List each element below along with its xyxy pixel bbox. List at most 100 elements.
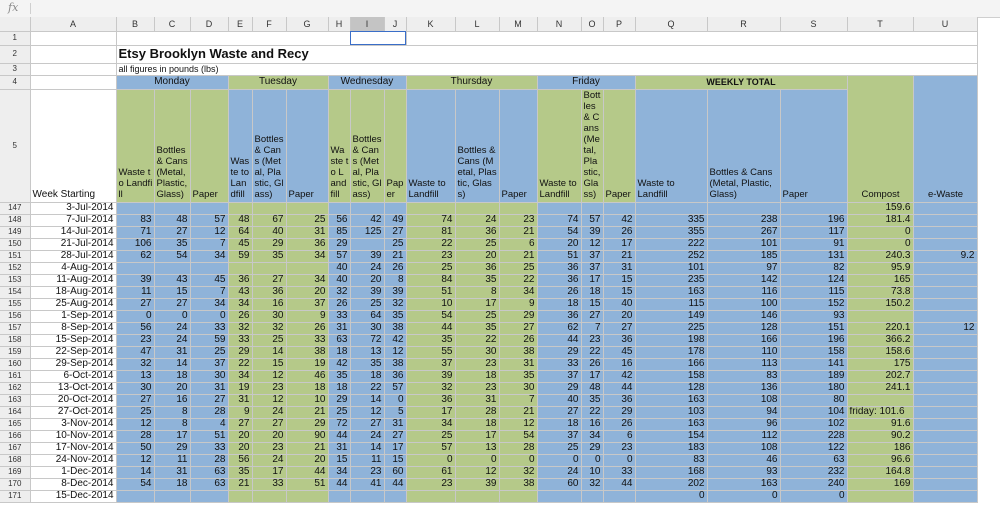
data-cell[interactable]: 158 [780, 346, 848, 359]
data-cell[interactable]: 12 [499, 418, 538, 431]
data-cell[interactable]: 25 [328, 406, 351, 419]
ewaste-cell[interactable] [913, 442, 978, 455]
data-cell[interactable]: 59 [190, 334, 229, 347]
selected-cell[interactable] [350, 31, 407, 46]
week-starting-cell[interactable]: 21-Jul-2014 [30, 238, 117, 251]
data-cell[interactable]: 20 [154, 382, 191, 395]
data-cell[interactable]: 196 [780, 214, 848, 227]
data-cell[interactable]: 29 [499, 310, 538, 323]
data-cell[interactable]: 142 [707, 274, 781, 287]
data-cell[interactable]: 36 [603, 394, 636, 407]
data-cell[interactable]: 27 [384, 430, 407, 443]
data-cell[interactable] [228, 262, 253, 275]
data-cell[interactable]: 51 [537, 250, 582, 263]
data-cell[interactable]: 22 [350, 382, 385, 395]
data-cell[interactable]: 34 [581, 430, 604, 443]
data-cell[interactable]: 34 [286, 274, 329, 287]
compost-cell[interactable]: 150.2 [847, 298, 914, 311]
data-cell[interactable]: 24 [537, 466, 582, 479]
data-cell[interactable]: 47 [116, 346, 155, 359]
data-cell[interactable]: 83 [707, 370, 781, 383]
data-cell[interactable] [228, 490, 253, 503]
data-cell[interactable]: 30 [116, 382, 155, 395]
data-cell[interactable]: 151 [780, 322, 848, 335]
data-cell[interactable]: 39 [406, 370, 456, 383]
data-cell[interactable]: 0 [116, 310, 155, 323]
data-cell[interactable]: 0 [406, 454, 456, 467]
week-starting-cell[interactable]: 22-Sep-2014 [30, 346, 117, 359]
data-cell[interactable]: 30 [350, 322, 385, 335]
data-cell[interactable]: 11 [350, 454, 385, 467]
week-starting-cell[interactable]: 3-Nov-2014 [30, 418, 117, 431]
week-starting-cell[interactable]: 1-Sep-2014 [30, 310, 117, 323]
ewaste-cell[interactable] [913, 346, 978, 359]
ewaste-cell[interactable] [913, 310, 978, 323]
data-cell[interactable]: 35 [154, 238, 191, 251]
data-cell[interactable]: 8 [154, 418, 191, 431]
data-cell[interactable]: 81 [406, 226, 456, 239]
row-number[interactable]: 167 [0, 442, 31, 455]
data-cell[interactable]: 36 [384, 370, 407, 383]
data-cell[interactable]: 37 [537, 370, 582, 383]
compost-cell[interactable] [847, 394, 914, 407]
data-cell[interactable]: 57 [384, 382, 407, 395]
data-cell[interactable]: 23 [406, 478, 456, 491]
data-cell[interactable]: 6 [603, 430, 636, 443]
data-cell[interactable]: 33 [537, 358, 582, 371]
data-cell[interactable]: 27 [537, 406, 582, 419]
week-starting-cell[interactable]: 27-Oct-2014 [30, 406, 117, 419]
data-cell[interactable]: 11 [154, 454, 191, 467]
data-cell[interactable]: 25 [455, 238, 500, 251]
data-cell[interactable]: 25 [286, 214, 329, 227]
compost-cell[interactable]: 96.6 [847, 454, 914, 467]
ewaste-cell[interactable] [913, 238, 978, 251]
data-cell[interactable]: 189 [780, 370, 848, 383]
data-cell[interactable]: 63 [190, 466, 229, 479]
data-cell[interactable]: 102 [780, 418, 848, 431]
data-cell[interactable] [455, 202, 500, 215]
data-cell[interactable]: 183 [635, 442, 708, 455]
data-cell[interactable]: 131 [780, 250, 848, 263]
week-starting-cell[interactable]: 3-Jul-2014 [30, 202, 117, 215]
data-cell[interactable]: 21 [499, 250, 538, 263]
ewaste-cell[interactable] [913, 370, 978, 383]
data-cell[interactable]: 8 [455, 286, 500, 299]
data-cell[interactable]: 14 [116, 466, 155, 479]
formula-input[interactable] [34, 1, 994, 16]
data-cell[interactable]: 45 [190, 274, 229, 287]
data-cell[interactable]: 113 [707, 358, 781, 371]
data-cell[interactable]: 0 [603, 454, 636, 467]
ewaste-cell[interactable] [913, 298, 978, 311]
data-cell[interactable]: 42 [603, 214, 636, 227]
ewaste-cell[interactable] [913, 214, 978, 227]
data-cell[interactable]: 10 [286, 394, 329, 407]
ewaste-cell[interactable]: 12 [913, 322, 978, 335]
ewaste-cell[interactable] [913, 358, 978, 371]
data-cell[interactable] [384, 202, 407, 215]
data-cell[interactable]: 166 [635, 358, 708, 371]
data-cell[interactable]: 34 [286, 250, 329, 263]
data-cell[interactable] [537, 202, 582, 215]
data-cell[interactable]: 63 [328, 334, 351, 347]
data-cell[interactable]: 41 [350, 478, 385, 491]
data-cell[interactable]: 33 [190, 442, 229, 455]
data-cell[interactable] [350, 490, 385, 503]
data-cell[interactable] [406, 490, 456, 503]
data-cell[interactable]: 93 [780, 310, 848, 323]
data-cell[interactable]: 27 [154, 226, 191, 239]
data-cell[interactable]: 0 [384, 394, 407, 407]
data-cell[interactable]: 30 [455, 346, 500, 359]
data-cell[interactable]: 9 [499, 298, 538, 311]
data-cell[interactable]: 178 [635, 346, 708, 359]
data-cell[interactable]: 39 [116, 274, 155, 287]
data-cell[interactable]: 54 [154, 250, 191, 263]
data-cell[interactable]: 49 [384, 214, 407, 227]
data-cell[interactable]: 103 [635, 406, 708, 419]
data-cell[interactable]: 44 [603, 478, 636, 491]
data-cell[interactable]: 31 [286, 226, 329, 239]
data-cell[interactable]: 28 [116, 430, 155, 443]
data-cell[interactable]: 56 [228, 454, 253, 467]
data-cell[interactable]: 44 [384, 478, 407, 491]
data-cell[interactable] [252, 202, 287, 215]
data-cell[interactable]: 26 [384, 262, 407, 275]
